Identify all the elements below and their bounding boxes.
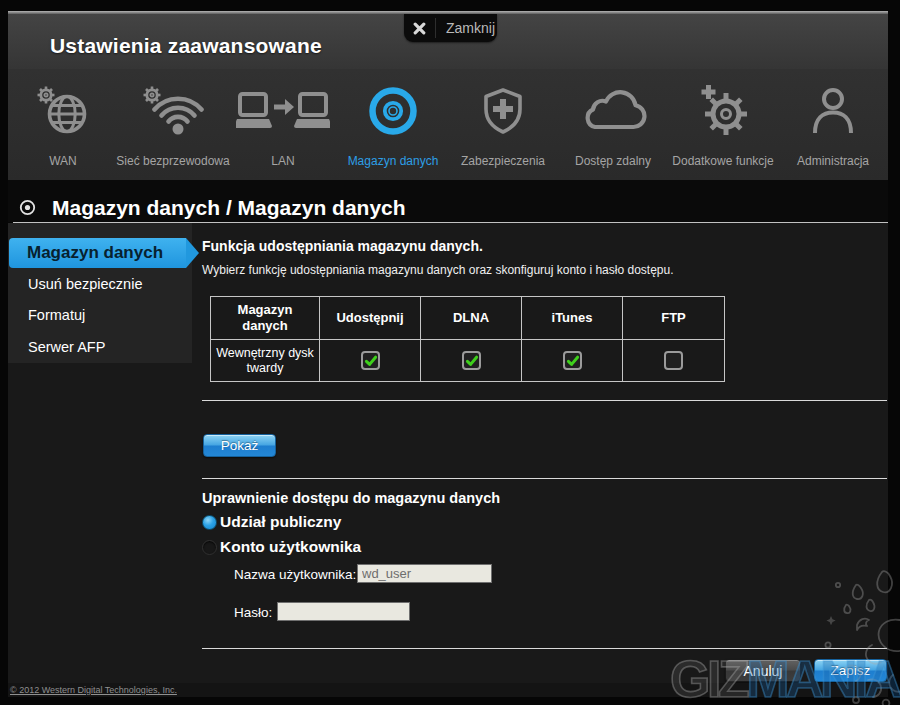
radio-button-public[interactable] <box>202 515 217 530</box>
wifi-gear-icon <box>142 81 204 141</box>
show-button[interactable]: Pokaż <box>203 434 276 457</box>
computers-arrow-icon <box>236 81 330 141</box>
nav-item-storage[interactable]: Magazyn danych <box>338 69 448 180</box>
nav-label-admin: Administracja <box>797 154 869 168</box>
gear-plus-icon <box>695 81 751 141</box>
password-label: Hasło: <box>234 604 272 621</box>
divider <box>202 400 887 401</box>
share-table: Magazyn danych Udostępnij DLNA iTunes FT… <box>210 296 725 382</box>
storage-disc-icon <box>368 81 418 141</box>
username-label: Nazwa użytkownika: <box>234 566 356 583</box>
nav-item-remote-access[interactable]: Dostęp zdalny <box>558 69 668 180</box>
content-area: Magazyn danych Usuń bezpiecznie Formatuj… <box>8 223 888 683</box>
main-navigation: WAN Sieć bezprzewodowa <box>8 69 888 180</box>
col-header-dlna: DLNA <box>421 297 522 340</box>
close-button[interactable]: Zamknij <box>404 14 497 42</box>
col-header-itunes: iTunes <box>522 297 623 340</box>
footer-bar: © 2012 Western Digital Technologies, Inc… <box>8 683 888 697</box>
close-button-label: Zamknij <box>436 21 495 35</box>
checkbox-itunes[interactable] <box>563 351 582 370</box>
copyright-text: © 2012 Western Digital Technologies, Inc… <box>10 685 177 695</box>
sidebar-item-formatuj[interactable]: Formatuj <box>9 300 186 331</box>
row-label-internal-disk: Wewnętrzny dysk twardy <box>211 340 320 382</box>
checkbox-ftp[interactable] <box>664 351 683 370</box>
nav-label-wan: WAN <box>49 154 77 168</box>
nav-label-lan: LAN <box>271 154 294 168</box>
radio-button-user-account[interactable] <box>202 540 217 555</box>
col-header-ftp: FTP <box>623 297 725 340</box>
nav-label-remote-access: Dostęp zdalny <box>575 154 651 168</box>
radio-public-share[interactable]: Udział publiczny <box>202 514 341 530</box>
checkbox-udostepnij[interactable] <box>361 351 380 370</box>
table-row: Wewnętrzny dysk twardy <box>211 340 725 382</box>
breadcrumb-bar: Magazyn danych / Magazyn danych <box>8 180 888 222</box>
breadcrumb: Magazyn danych / Magazyn danych <box>52 196 406 220</box>
main-panel: Funkcja udostępniania magazynu danych. W… <box>202 223 888 683</box>
sidebar: Magazyn danych Usuń bezpiecznie Formatuj… <box>8 223 192 363</box>
checkbox-dlna[interactable] <box>462 351 481 370</box>
col-header-magazyn-danych: Magazyn danych <box>211 297 320 340</box>
sidebar-selected-arrow <box>186 238 199 268</box>
save-button[interactable]: Zapisz <box>814 659 887 682</box>
section-title: Funkcja udostępniania magazynu danych. <box>202 238 483 254</box>
nav-item-lan[interactable]: LAN <box>228 69 338 180</box>
password-input[interactable] <box>277 602 410 621</box>
username-input[interactable] <box>357 564 492 583</box>
person-icon <box>812 81 854 141</box>
page-title: Ustawienia zaawansowane <box>50 33 322 59</box>
advanced-settings-window: Ustawienia zaawansowane Zamknij <box>0 0 900 705</box>
nav-label-remote-security: Zabezpieczenia <box>461 154 545 168</box>
col-header-udostepnij: Udostępnij <box>320 297 421 340</box>
radio-label-public: Udział publiczny <box>220 514 341 530</box>
nav-label-extra-features: Dodatkowe funkcje <box>672 154 773 168</box>
globe-gear-icon <box>34 81 92 141</box>
radio-label-user-account: Konto użytkownika <box>220 539 361 555</box>
radio-user-account[interactable]: Konto użytkownika <box>202 539 361 555</box>
shield-plus-icon <box>481 81 525 141</box>
access-section-title: Uprawnienie dostępu do magazynu danych <box>202 490 500 507</box>
cancel-button[interactable]: Anuluj <box>725 659 801 682</box>
nav-item-admin[interactable]: Administracja <box>778 69 888 180</box>
nav-item-extra-features[interactable]: Dodatkowe funkcje <box>668 69 778 180</box>
share-table-header-row: Magazyn danych Udostępnij DLNA iTunes FT… <box>211 297 725 340</box>
nav-label-wireless: Sieć bezprzewodowa <box>116 154 229 168</box>
sidebar-item-magazyn-danych[interactable]: Magazyn danych <box>9 238 186 268</box>
nav-item-wireless[interactable]: Sieć bezprzewodowa <box>118 69 228 180</box>
sidebar-item-usun-bezpiecznie[interactable]: Usuń bezpiecznie <box>9 269 186 300</box>
close-icon[interactable] <box>404 22 435 35</box>
section-description: Wybierz funkcję udostępniania magazynu d… <box>202 263 674 277</box>
nav-item-wan[interactable]: WAN <box>8 69 118 180</box>
nav-label-storage: Magazyn danych <box>348 154 439 168</box>
sidebar-item-serwer-afp[interactable]: Serwer AFP <box>9 332 186 363</box>
cloud-icon <box>579 81 647 141</box>
divider <box>202 648 887 649</box>
nav-item-security[interactable]: Zabezpieczenia <box>448 69 558 180</box>
target-circle-icon <box>19 199 36 216</box>
divider <box>202 478 887 479</box>
